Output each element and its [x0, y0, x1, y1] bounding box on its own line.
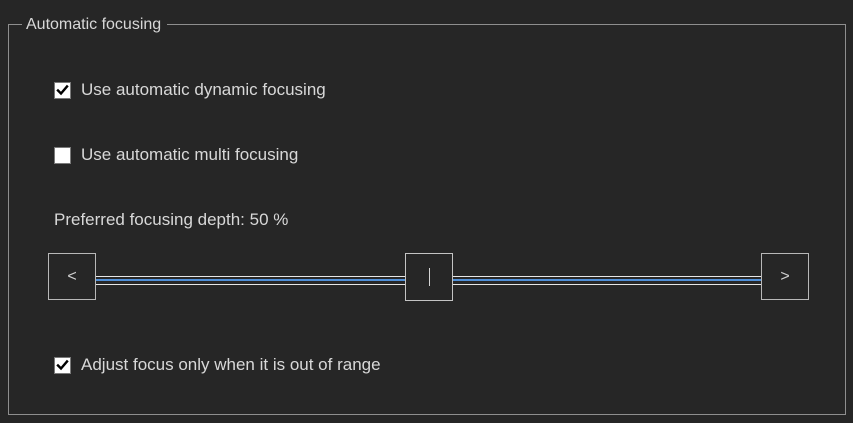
- slider-thumb[interactable]: [404, 253, 453, 301]
- checkmark-icon: [56, 84, 69, 95]
- dynamic-focusing-label: Use automatic dynamic focusing: [81, 80, 326, 99]
- groupbox-title: Automatic focusing: [22, 16, 168, 34]
- slider-increment-button[interactable]: >: [761, 253, 809, 300]
- thumb-grip-icon: [428, 268, 430, 286]
- multi-focusing-label: Use automatic multi focusing: [81, 145, 299, 164]
- automatic-focusing-panel: Automatic focusing Use automatic dynamic…: [0, 0, 853, 423]
- chevron-left-icon: <: [67, 267, 77, 285]
- focusing-depth-label: Preferred focusing depth: 50 %: [54, 210, 289, 229]
- focusing-depth-slider[interactable]: < >: [48, 253, 809, 302]
- adjust-out-of-range-checkbox[interactable]: [54, 356, 71, 374]
- dynamic-focusing-option[interactable]: Use automatic dynamic focusing: [54, 80, 326, 100]
- chevron-right-icon: >: [780, 267, 790, 285]
- slider-decrement-button[interactable]: <: [48, 253, 96, 300]
- multi-focusing-option[interactable]: Use automatic multi focusing: [54, 145, 298, 165]
- dynamic-focusing-checkbox[interactable]: [54, 81, 71, 99]
- adjust-out-of-range-option[interactable]: Adjust focus only when it is out of rang…: [54, 355, 381, 375]
- checkmark-icon: [56, 359, 69, 370]
- multi-focusing-checkbox[interactable]: [54, 146, 71, 164]
- adjust-out-of-range-label: Adjust focus only when it is out of rang…: [81, 355, 381, 374]
